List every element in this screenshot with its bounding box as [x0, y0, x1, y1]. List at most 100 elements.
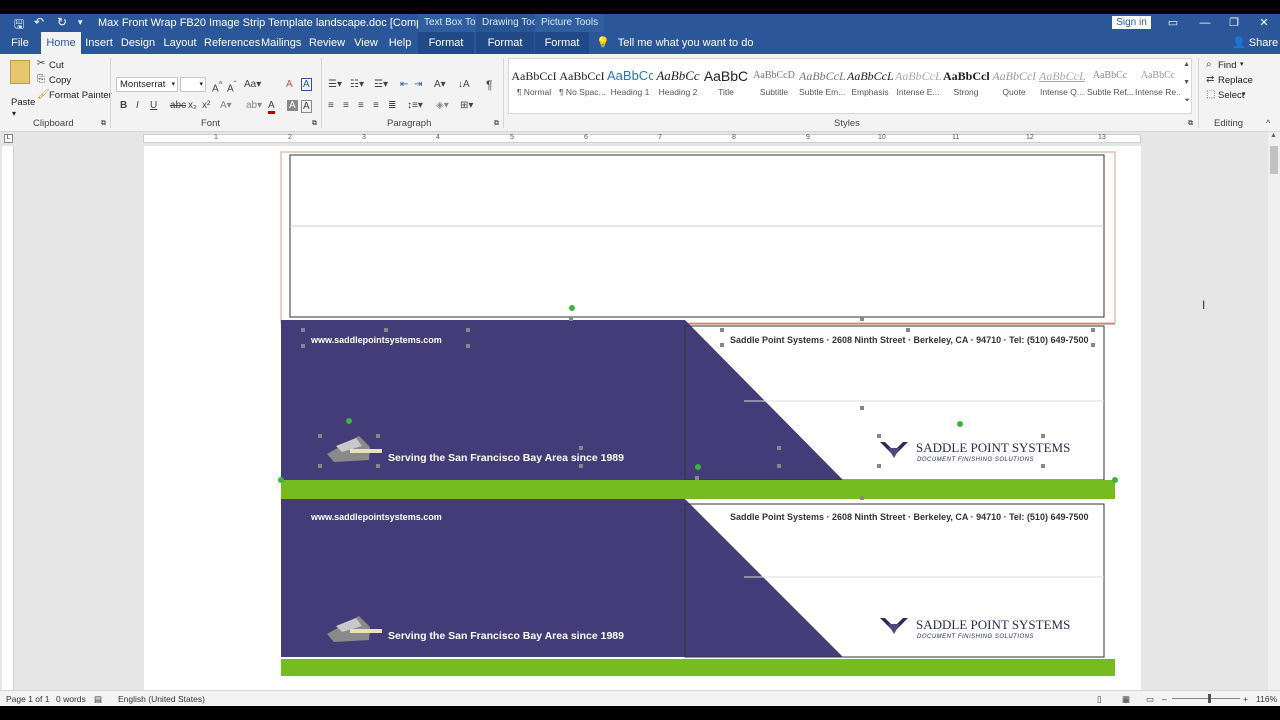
style-strong[interactable]: AaBbCcl Strong	[943, 65, 989, 105]
web-layout-icon[interactable]: ▭	[1146, 694, 1154, 705]
styles-launcher-icon[interactable]: ⧉	[1188, 120, 1193, 128]
shading-icon[interactable]: ◈▾	[436, 100, 449, 111]
sort-icon[interactable]: ↓A	[458, 79, 470, 90]
tab-file[interactable]: File	[4, 32, 36, 54]
underline-icon[interactable]: U	[150, 100, 157, 111]
tab-selector-icon[interactable]: L	[4, 134, 13, 143]
tab-view[interactable]: View	[352, 32, 380, 54]
top-text-box[interactable]	[289, 154, 1105, 318]
ribbon-display-options-icon[interactable]: ▭	[1158, 14, 1188, 32]
paragraph-launcher-icon[interactable]: ⧉	[494, 120, 499, 128]
paste-button[interactable]: Paste	[11, 97, 35, 108]
font-family-combo[interactable]: Montserrat ▾	[116, 77, 178, 92]
style-heading-1[interactable]: AaBbCc Heading 1	[607, 65, 653, 105]
bullets-icon[interactable]: ☰▾	[328, 79, 342, 90]
font-size-combo[interactable]: ▾	[180, 77, 206, 92]
highlight-color-icon[interactable]: ab▾	[246, 100, 262, 111]
ruler-strip[interactable]: 1 2 3 4 5 6 7 8 9 10 11 12 13	[143, 134, 1141, 143]
website-text-2[interactable]: www.saddlepointsystems.com	[311, 512, 442, 522]
share-button[interactable]: 👤 Share	[1232, 32, 1278, 54]
copy-button[interactable]: Copy	[49, 75, 71, 86]
document-page[interactable]: www.saddlepointsystems.com Saddle Point …	[144, 146, 1141, 690]
website-text-1[interactable]: www.saddlepointsystems.com	[311, 335, 442, 345]
line-spacing-icon[interactable]: ↕≡▾	[407, 100, 423, 111]
find-button[interactable]: Find	[1218, 60, 1236, 71]
multilevel-list-icon[interactable]: ☲▾	[374, 79, 388, 90]
tab-references[interactable]: References	[204, 32, 260, 54]
style-subtle-emphasis[interactable]: AaBbCcL Subtle Em...	[799, 65, 845, 105]
tab-format-picture[interactable]: Format	[535, 32, 589, 54]
close-icon[interactable]: ✕	[1249, 14, 1279, 32]
align-right-icon[interactable]: ≡	[358, 100, 364, 111]
word-count[interactable]: 0 words	[56, 694, 86, 704]
style-no-spacing[interactable]: AaBbCcI ¶ No Spac...	[559, 65, 605, 105]
clipboard-launcher-icon[interactable]: ⧉	[101, 120, 106, 128]
change-case-icon[interactable]: Aa▾	[244, 79, 261, 90]
zoom-slider[interactable]	[1172, 698, 1240, 699]
zoom-in-icon[interactable]: +	[1243, 694, 1248, 704]
character-shading-icon[interactable]: A	[287, 100, 298, 111]
print-layout-icon[interactable]: ▦	[1122, 694, 1130, 705]
subscript-icon[interactable]: x₂	[188, 100, 197, 111]
zoom-out-icon[interactable]: –	[1162, 694, 1167, 704]
borders-icon[interactable]: ⊞▾	[460, 100, 473, 111]
text-effects-icon[interactable]: A▾	[220, 100, 232, 111]
redo-icon[interactable]: ↻	[57, 15, 67, 29]
address-text-2[interactable]: Saddle Point Systems · 2608 Ninth Street…	[730, 512, 1088, 522]
tagline-text-2[interactable]: Serving the San Francisco Bay Area since…	[388, 630, 624, 642]
tab-insert[interactable]: Insert	[84, 32, 114, 54]
style-subtle-reference[interactable]: AaBbCc Subtle Ref...	[1087, 65, 1133, 105]
font-launcher-icon[interactable]: ⧉	[312, 120, 317, 128]
character-border-icon[interactable]: A	[301, 78, 312, 91]
style-title[interactable]: AaBbC Title	[703, 65, 749, 105]
superscript-icon[interactable]: x²	[202, 100, 210, 111]
align-left-icon[interactable]: ≡	[328, 100, 334, 111]
tab-home[interactable]: Home	[41, 32, 81, 54]
undo-icon[interactable]: ↶	[34, 15, 44, 29]
page-count[interactable]: Page 1 of 1	[6, 694, 49, 704]
collapse-ribbon-icon[interactable]: ^	[1266, 118, 1270, 128]
replace-button[interactable]: Replace	[1218, 75, 1253, 86]
distributed-icon[interactable]: ≣	[388, 100, 396, 111]
clear-formatting-icon[interactable]: A	[286, 79, 293, 90]
tab-layout[interactable]: Layout	[162, 32, 198, 54]
zoom-level[interactable]: 116%	[1256, 694, 1277, 704]
tab-mailings[interactable]: Mailings	[261, 32, 301, 54]
vertical-scrollbar[interactable]: ▲	[1268, 132, 1280, 700]
style-intense-quote[interactable]: AaBbCcL Intense Q...	[1039, 65, 1085, 105]
styles-more-icon[interactable]: ⏷	[1184, 97, 1190, 105]
style-emphasis[interactable]: AaBbCcL Emphasis	[847, 65, 893, 105]
tell-me-box[interactable]: 💡 Tell me what you want to do	[596, 32, 753, 54]
style-intense-reference[interactable]: AaBbCc Intense Re...	[1135, 65, 1181, 105]
pilcrow-icon[interactable]: ¶	[486, 78, 492, 92]
style-intense-emphasis[interactable]: AaBbCcL Intense E...	[895, 65, 941, 105]
customize-qat-icon[interactable]: ▾	[78, 17, 83, 28]
justify-icon[interactable]: ≡	[373, 100, 379, 111]
decrease-indent-icon[interactable]: ⇤	[400, 79, 408, 90]
font-color-icon[interactable]: A	[268, 100, 275, 114]
proofing-icon[interactable]: ▤	[94, 694, 102, 705]
paste-icon[interactable]	[10, 60, 30, 84]
address-text-1[interactable]: Saddle Point Systems · 2608 Ninth Street…	[730, 335, 1088, 345]
tab-format-drawing[interactable]: Format	[476, 32, 534, 54]
italic-icon[interactable]: I	[136, 100, 139, 111]
select-button[interactable]: Select	[1218, 90, 1244, 101]
style-normal[interactable]: AaBbCcI ¶ Normal	[511, 65, 557, 105]
styles-scroll-up-icon[interactable]: ▲	[1183, 61, 1190, 68]
strikethrough-icon[interactable]: abc	[170, 100, 186, 111]
language[interactable]: English (United States)	[118, 694, 205, 704]
cut-button[interactable]: Cut	[49, 60, 64, 71]
sign-in-button[interactable]: Sign in	[1112, 16, 1151, 29]
restore-icon[interactable]: ❐	[1219, 14, 1249, 32]
chevron-down-icon[interactable]: ▾	[1240, 60, 1244, 68]
style-heading-2[interactable]: AaBbCc Heading 2	[655, 65, 701, 105]
paste-dropdown-icon[interactable]: ▾	[12, 109, 16, 118]
align-center-icon[interactable]: ≡	[343, 100, 349, 111]
bold-icon[interactable]: B	[120, 100, 127, 111]
tab-review[interactable]: Review	[308, 32, 346, 54]
scroll-up-icon[interactable]: ▲	[1270, 132, 1277, 139]
style-quote[interactable]: AaBbCcl Quote	[991, 65, 1037, 105]
zoom-slider-thumb[interactable]	[1208, 694, 1211, 703]
grow-font-icon[interactable]: A^	[212, 79, 223, 94]
increase-indent-icon[interactable]: ⇥	[414, 79, 422, 90]
